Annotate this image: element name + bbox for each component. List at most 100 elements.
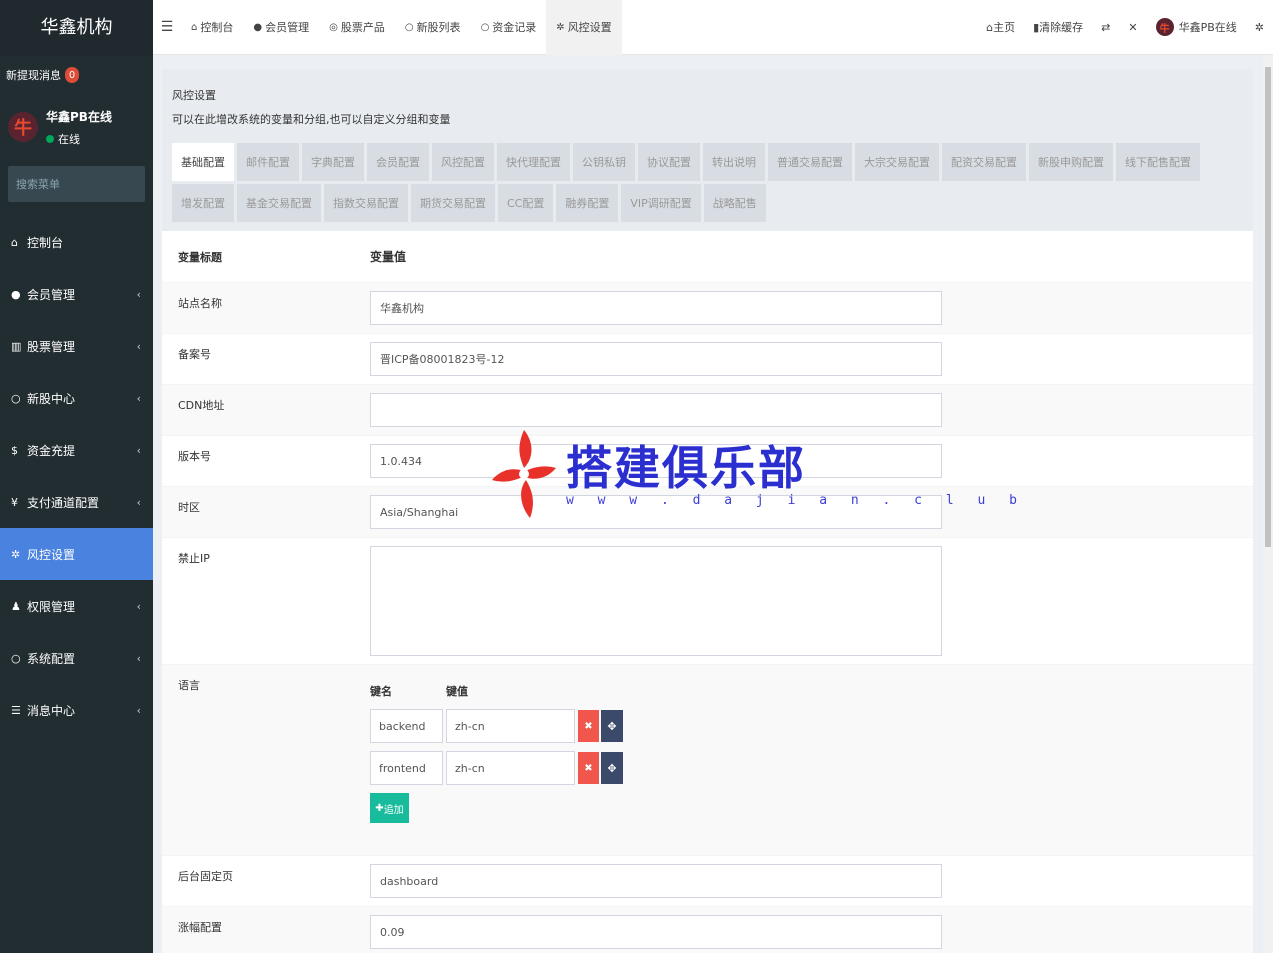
col-title-header: 变量标题 bbox=[178, 250, 222, 264]
list-icon: ☰ bbox=[11, 703, 21, 717]
tab-risk[interactable]: 风控配置 bbox=[432, 143, 494, 181]
col-value-header: 变量值 bbox=[370, 250, 407, 264]
lang-value-field[interactable]: zh-cn bbox=[446, 709, 575, 743]
withdraw-notice[interactable]: 新提现消息 0 bbox=[0, 56, 153, 94]
tab-strategic-placement[interactable]: 战略配售 bbox=[703, 184, 766, 222]
tab-stock-products[interactable]: ◎ 股票产品 bbox=[319, 0, 395, 55]
version-label: 版本号 bbox=[178, 450, 211, 463]
tab-securities-lending[interactable]: 融券配置 bbox=[556, 184, 619, 222]
menu-toggle-icon[interactable]: ☰ bbox=[153, 19, 181, 35]
circle-icon: ○ bbox=[11, 391, 21, 405]
append-button[interactable]: ✚ 追加 bbox=[370, 793, 409, 823]
home-link[interactable]: ⌂ 主页 bbox=[977, 19, 1024, 35]
tab-fund-trade[interactable]: 基金交易配置 bbox=[237, 184, 321, 222]
remove-button[interactable]: ✖ bbox=[578, 710, 599, 742]
brand-title[interactable]: 华鑫机构 bbox=[0, 0, 153, 56]
settings-gear-icon[interactable]: ✲ bbox=[1246, 21, 1273, 34]
kv-header: 键名 键值 bbox=[370, 683, 623, 699]
tab-dashboard[interactable]: ⌂ 控制台 bbox=[181, 0, 243, 55]
sidebar-item-funds[interactable]: $ 资金充提 ‹ bbox=[0, 424, 153, 476]
clear-cache-button[interactable]: ▮ 清除缓存 bbox=[1024, 19, 1092, 35]
notice-badge: 0 bbox=[65, 67, 79, 83]
sidebar-item-messages[interactable]: ☰ 消息中心 ‹ bbox=[0, 684, 153, 736]
tab-cc[interactable]: CC配置 bbox=[498, 184, 554, 222]
group-icon: ♟ bbox=[11, 599, 21, 613]
tab-offline-placement[interactable]: 线下配售配置 bbox=[1116, 143, 1200, 181]
tab-transfer-note[interactable]: 转出说明 bbox=[703, 143, 765, 181]
chevron-left-icon: ‹ bbox=[136, 288, 141, 301]
sidebar-menu: ⌂ 控制台 ● 会员管理 ‹ ▥ 股票管理 ‹ ○ 新股中心 ‹ $ 资金充提 ‹ ¥ 支付通道配置… bbox=[0, 216, 153, 736]
forbid-ip-textarea[interactable] bbox=[370, 546, 942, 656]
tab-index-trade[interactable]: 指数交易配置 bbox=[324, 184, 408, 222]
beian-field[interactable]: 晋ICP备08001823号-12 bbox=[370, 342, 942, 376]
tab-members[interactable]: ● 会员管理 bbox=[243, 0, 319, 55]
site-name-field[interactable]: 华鑫机构 bbox=[370, 291, 942, 325]
cdn-field[interactable] bbox=[370, 393, 942, 427]
table-header: 变量标题 变量值 bbox=[162, 231, 1253, 283]
dashboard-icon: ⌂ bbox=[11, 235, 18, 249]
online-dot-icon bbox=[46, 134, 54, 143]
sidebar-item-label: 消息中心 bbox=[27, 703, 76, 718]
user-menu[interactable]: 牛华鑫PB在线 bbox=[1147, 18, 1246, 36]
sidebar-item-system[interactable]: ○ 系统配置 ‹ bbox=[0, 632, 153, 684]
tab-basic[interactable]: 基础配置 bbox=[172, 143, 234, 181]
chevron-left-icon: ‹ bbox=[136, 340, 141, 353]
sidebar-item-dashboard[interactable]: ⌂ 控制台 bbox=[0, 216, 153, 268]
tab-member[interactable]: 会员配置 bbox=[367, 143, 429, 181]
sidebar-item-payment[interactable]: ¥ 支付通道配置 ‹ bbox=[0, 476, 153, 528]
tab-label: 股票产品 bbox=[340, 21, 385, 34]
chevron-left-icon: ‹ bbox=[136, 496, 141, 509]
user-status-label: 在线 bbox=[58, 132, 80, 146]
user-icon: ● bbox=[253, 21, 263, 33]
yen-icon: ¥ bbox=[11, 495, 18, 509]
tab-agreement[interactable]: 协议配置 bbox=[638, 143, 700, 181]
tab-label: 新股列表 bbox=[416, 21, 461, 34]
key-name-header: 键名 bbox=[370, 685, 392, 698]
sidebar-item-stocks[interactable]: ▥ 股票管理 ‹ bbox=[0, 320, 153, 372]
search-input[interactable] bbox=[16, 177, 161, 191]
remove-button[interactable]: ✖ bbox=[578, 752, 599, 784]
tab-normal-trade[interactable]: 普通交易配置 bbox=[768, 143, 852, 181]
tab-fund-records[interactable]: ○ 资金记录 bbox=[471, 0, 547, 55]
sidebar-item-ipo[interactable]: ○ 新股中心 ‹ bbox=[0, 372, 153, 424]
chevron-left-icon: ‹ bbox=[136, 652, 141, 665]
tab-additional-issue[interactable]: 增发配置 bbox=[172, 184, 234, 222]
tab-ipo-subscribe[interactable]: 新股申购配置 bbox=[1029, 143, 1113, 181]
tab-email[interactable]: 邮件配置 bbox=[237, 143, 299, 181]
avatar: 牛 bbox=[8, 112, 38, 142]
home-label: 主页 bbox=[993, 21, 1016, 34]
scrollbar-thumb[interactable] bbox=[1265, 67, 1271, 547]
tab-proxy[interactable]: 快代理配置 bbox=[497, 143, 570, 181]
sidebar-item-members[interactable]: ● 会员管理 ‹ bbox=[0, 268, 153, 320]
append-label: 追加 bbox=[383, 804, 404, 816]
table-row: 涨幅配置 0.09 bbox=[162, 907, 1253, 953]
tab-dictionary[interactable]: 字典配置 bbox=[302, 143, 364, 181]
tab-block-trade[interactable]: 大宗交易配置 bbox=[855, 143, 939, 181]
tab-label: 控制台 bbox=[200, 21, 234, 34]
fixed-page-label: 后台固定页 bbox=[178, 870, 233, 883]
drag-handle-icon[interactable]: ✥ bbox=[601, 710, 623, 742]
fixed-page-field[interactable]: dashboard bbox=[370, 864, 942, 898]
tab-risk-settings[interactable]: ✲ 风控设置 bbox=[546, 0, 622, 55]
lang-value-field[interactable]: zh-cn bbox=[446, 751, 575, 785]
tab-keys[interactable]: 公钥私钥 bbox=[573, 143, 635, 181]
sidebar-item-auth[interactable]: ♟ 权限管理 ‹ bbox=[0, 580, 153, 632]
sidebar-item-label: 权限管理 bbox=[27, 599, 76, 614]
tab-vip-research[interactable]: VIP调研配置 bbox=[621, 184, 701, 222]
drag-handle-icon[interactable]: ✥ bbox=[601, 752, 623, 784]
lang-key-field[interactable]: backend bbox=[370, 709, 443, 743]
chevron-left-icon: ‹ bbox=[136, 600, 141, 613]
scrollbar[interactable] bbox=[1263, 55, 1273, 953]
fullscreen-icon[interactable]: ✕ bbox=[1119, 21, 1146, 34]
tab-ipo-list[interactable]: ○ 新股列表 bbox=[395, 0, 471, 55]
lang-key-field[interactable]: frontend bbox=[370, 751, 443, 785]
language-icon[interactable]: ⇄ bbox=[1092, 21, 1119, 34]
sidebar-item-risk[interactable]: ✲ 风控设置 bbox=[0, 528, 153, 580]
sidebar: 华鑫机构 新提现消息 0 牛 华鑫PB在线 在线 🔍︎ ⌂ 控制台 ● 会员管理 ‹ … bbox=[0, 0, 175, 953]
tab-futures-trade[interactable]: 期货交易配置 bbox=[411, 184, 495, 222]
rise-config-field[interactable]: 0.09 bbox=[370, 915, 942, 949]
config-form: 变量标题 变量值 站点名称 华鑫机构 备案号 晋ICP备08001823号-12… bbox=[162, 231, 1253, 953]
user-status: 在线 bbox=[46, 131, 112, 147]
tab-margin-trade[interactable]: 配资交易配置 bbox=[942, 143, 1026, 181]
watermark-title: 搭建俱乐部 bbox=[566, 440, 806, 495]
